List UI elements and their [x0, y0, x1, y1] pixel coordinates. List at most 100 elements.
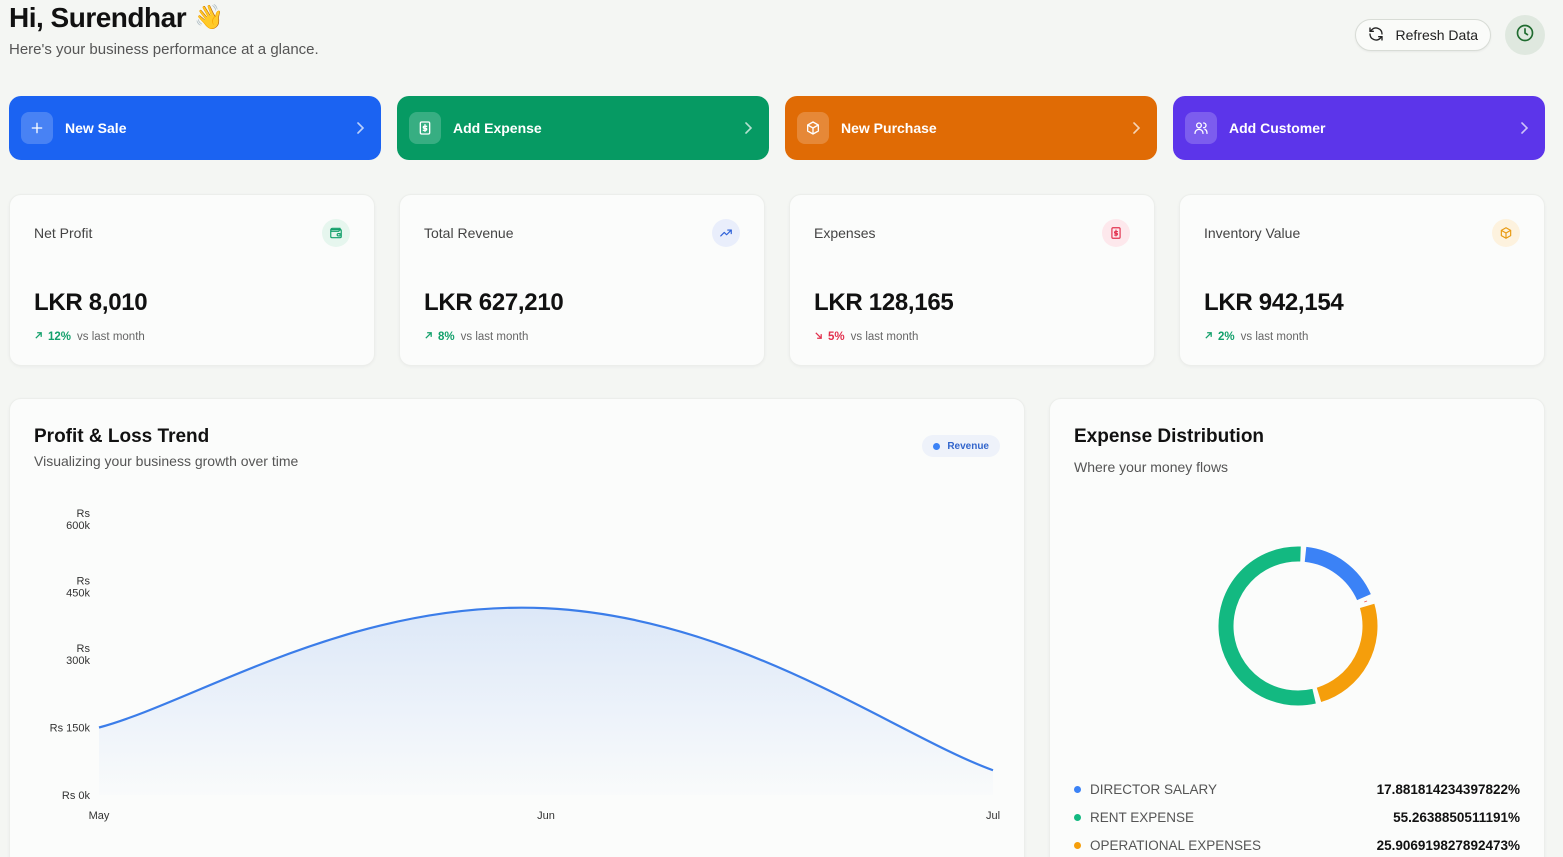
legend-row[interactable]: OPERATIONAL EXPENSES 25.906919827892473%: [1074, 831, 1520, 857]
chevron-right-icon: [355, 118, 367, 141]
greeting-text: Hi, Surendhar: [9, 2, 187, 33]
legend-value: 17.881814234397822%: [1376, 781, 1520, 797]
stat-cards: Net Profit LKR 8,010 12% vs last month T…: [9, 194, 1545, 366]
stat-card-inventory-value: Inventory Value LKR 942,154 2% vs last m…: [1179, 194, 1545, 366]
stat-change: 12% vs last month: [34, 331, 350, 343]
card-subtitle: Visualizing your business growth over ti…: [34, 453, 299, 469]
change-up: 12%: [34, 331, 71, 343]
stat-value: LKR 942,154: [1204, 289, 1344, 316]
arrow-down-right-icon: [814, 331, 823, 343]
change-suffix: vs last month: [460, 331, 529, 343]
donut-slice[interactable]: [1218, 546, 1316, 706]
trending-up-icon: [712, 219, 740, 247]
card-title: Profit & Loss Trend: [34, 426, 210, 447]
change-down: 5%: [814, 331, 845, 343]
stat-card-total-revenue: Total Revenue LKR 627,210 8% vs last mon…: [399, 194, 765, 366]
y-tick-label: Rs 0k: [62, 790, 91, 802]
change-percent: 5%: [828, 331, 845, 343]
arrow-up-right-icon: [34, 331, 43, 343]
legend-label: RENT EXPENSE: [1090, 809, 1195, 825]
expense-legend: DIRECTOR SALARY 17.881814234397822% RENT…: [1074, 775, 1520, 857]
legend-dot: [1074, 841, 1081, 849]
wallet-icon: [322, 219, 350, 247]
receipt-icon: [1102, 219, 1130, 247]
stat-title: Inventory Value: [1204, 225, 1301, 241]
stat-value: LKR 128,165: [814, 289, 954, 316]
legend-name: RENT EXPENSE: [1074, 810, 1194, 825]
legend-name: OPERATIONAL EXPENSES: [1074, 838, 1261, 853]
change-percent: 8%: [438, 331, 455, 343]
legend-row[interactable]: RENT EXPENSE 55.2638850511191%: [1074, 803, 1520, 831]
stat-value: LKR 627,210: [424, 289, 564, 316]
users-icon: [1185, 112, 1217, 144]
refresh-data-button[interactable]: Refresh Data: [1354, 19, 1491, 51]
legend-label: OPERATIONAL EXPENSES: [1090, 837, 1262, 853]
legend-dot: [933, 442, 941, 450]
legend-label: DIRECTOR SALARY: [1090, 781, 1218, 797]
donut-slice[interactable]: [1304, 546, 1371, 601]
stat-value: LKR 8,010: [34, 289, 148, 316]
change-percent: 2%: [1218, 331, 1235, 343]
clock-icon: [1515, 23, 1535, 48]
legend-row[interactable]: DIRECTOR SALARY 17.881814234397822%: [1074, 775, 1520, 803]
page-subtitle: Here's your business performance at a gl…: [9, 41, 319, 58]
stat-change: 5% vs last month: [814, 331, 1130, 343]
add-expense-button[interactable]: Add Expense: [397, 96, 769, 160]
chevron-right-icon: [743, 118, 755, 141]
stat-card-net-profit: Net Profit LKR 8,010 12% vs last month: [9, 194, 375, 366]
add-customer-label: Add Customer: [1229, 120, 1326, 136]
header: Hi, Surendhar 👋 Here's your business per…: [9, 0, 319, 58]
legend-label: Revenue: [947, 440, 989, 452]
x-tick-label: Jul: [986, 810, 1000, 822]
new-sale-label: New Sale: [65, 120, 127, 136]
chevron-right-icon: [1519, 118, 1531, 141]
refresh-data-label: Refresh Data: [1395, 27, 1478, 43]
change-up: 2%: [1204, 331, 1235, 343]
y-tick-label: Rs 300k: [66, 643, 90, 667]
change-suffix: vs last month: [1240, 331, 1309, 343]
arrow-up-right-icon: [424, 331, 433, 343]
stat-title: Expenses: [814, 225, 876, 241]
package-icon: [1492, 219, 1520, 247]
expense-donut-chart: [1218, 546, 1378, 706]
change-percent: 12%: [48, 331, 72, 343]
donut-slice[interactable]: [1316, 603, 1378, 703]
new-purchase-label: New Purchase: [841, 120, 937, 136]
legend-value: 25.906919827892473%: [1376, 837, 1520, 853]
expense-distribution-card: Expense Distribution Where your money fl…: [1049, 398, 1545, 857]
add-customer-button[interactable]: Add Customer: [1173, 96, 1545, 160]
chevron-right-icon: [1131, 118, 1143, 141]
stat-card-expenses: Expenses LKR 128,165 5% vs last month: [789, 194, 1155, 366]
chart-legend[interactable]: Revenue: [922, 435, 1000, 457]
change-suffix: vs last month: [850, 331, 919, 343]
stat-change: 8% vs last month: [424, 331, 740, 343]
y-tick-label: Rs 150k: [50, 723, 91, 735]
add-expense-label: Add Expense: [453, 120, 542, 136]
receipt-icon: [409, 112, 441, 144]
change-up: 8%: [424, 331, 455, 343]
new-sale-button[interactable]: New Sale: [9, 96, 381, 160]
stat-title: Net Profit: [34, 225, 93, 241]
top-actions: Refresh Data: [1354, 15, 1545, 55]
legend-value: 55.2638850511191%: [1393, 809, 1520, 825]
y-tick-label: Rs 600k: [66, 508, 90, 532]
package-icon: [797, 112, 829, 144]
arrow-up-right-icon: [1204, 331, 1213, 343]
revenue-area: [99, 607, 993, 795]
x-tick-label: Jun: [537, 810, 555, 822]
x-tick-label: May: [89, 810, 110, 822]
profit-loss-card: Rs 0k Rs 150k Rs 300k Rs 450k Rs 600k May Jun Jul…: [9, 398, 1025, 857]
legend-name: DIRECTOR SALARY: [1074, 782, 1217, 797]
stat-change: 2% vs last month: [1204, 331, 1520, 343]
greeting: Hi, Surendhar 👋: [9, 0, 319, 36]
quick-actions: New Sale Add Expense New Purchase Add Cu…: [9, 96, 1545, 160]
plus-icon: [21, 112, 53, 144]
legend-dot: [1074, 813, 1081, 821]
refresh-icon: [1368, 26, 1384, 45]
stat-title: Total Revenue: [424, 225, 514, 241]
history-button[interactable]: [1505, 15, 1545, 55]
wave-emoji-icon: 👋: [194, 4, 224, 31]
y-tick-label: Rs 450k: [66, 576, 90, 600]
new-purchase-button[interactable]: New Purchase: [785, 96, 1157, 160]
change-suffix: vs last month: [77, 331, 145, 343]
